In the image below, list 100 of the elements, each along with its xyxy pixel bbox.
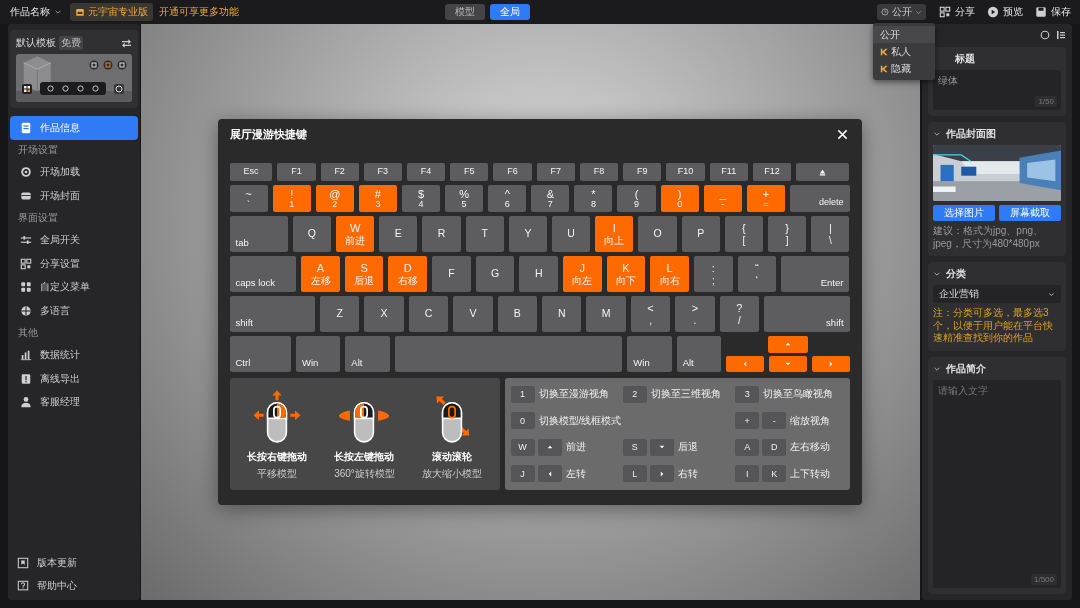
key[interactable]: ( 9 <box>617 185 656 212</box>
nav-item[interactable]: 数据统计 <box>10 343 138 367</box>
key[interactable]: Ctrl <box>229 336 291 372</box>
key[interactable]: shift <box>229 296 315 332</box>
key[interactable]: caps lock <box>229 256 297 292</box>
nav-item[interactable]: 离线导出 <box>10 367 138 391</box>
key[interactable]: C <box>408 296 449 332</box>
action-button[interactable]: 选择图片 <box>933 205 995 221</box>
nav-item[interactable]: 客服经理 <box>10 390 138 414</box>
key[interactable]: “ ‘ <box>737 256 777 292</box>
upgrade-link[interactable]: 开通可享更多功能 <box>159 5 239 19</box>
key[interactable]: F8 <box>579 163 619 181</box>
view-tab[interactable]: 全局 <box>490 4 530 20</box>
key[interactable]: Enter <box>781 256 850 292</box>
key[interactable]: > . <box>675 296 715 332</box>
key[interactable]: T <box>465 216 504 252</box>
nav-item[interactable]: 开场封面 <box>10 184 138 208</box>
key[interactable]: N <box>542 296 582 332</box>
key[interactable]: & 7 <box>531 185 570 212</box>
key[interactable]: F2 <box>320 163 359 181</box>
key[interactable]: Z <box>319 296 360 332</box>
nav-item[interactable]: 作品信息 <box>10 116 138 140</box>
close-icon[interactable] <box>836 129 848 140</box>
key[interactable]: < , <box>630 296 671 332</box>
key[interactable]: * 8 <box>574 185 613 212</box>
arrow-key[interactable] <box>725 355 764 372</box>
premium-icon <box>880 64 888 73</box>
key[interactable]: F6 <box>493 163 532 181</box>
chevron-down-icon <box>915 8 922 16</box>
key[interactable]: U <box>552 216 591 252</box>
key[interactable]: B <box>497 296 537 332</box>
key[interactable] <box>796 163 850 181</box>
arrow-key[interactable] <box>768 355 807 372</box>
key[interactable]: shift <box>764 296 850 332</box>
card-title: 作品简介 <box>946 361 986 376</box>
key[interactable]: F <box>432 256 471 292</box>
key[interactable]: E <box>379 216 418 252</box>
key[interactable]: Q <box>292 216 332 252</box>
key[interactable]: ? / <box>719 296 760 332</box>
key[interactable]: Esc <box>229 163 273 181</box>
toolbar-button[interactable]: 保存 <box>1032 5 1074 19</box>
nav-item[interactable]: 全局开关 <box>10 228 138 252</box>
key[interactable]: O <box>638 216 677 252</box>
key[interactable]: ~ ` <box>229 185 268 212</box>
description-field[interactable]: 请输入文字 1/500 <box>933 379 1061 588</box>
key[interactable]: X <box>364 296 404 332</box>
key[interactable]: | \ <box>811 216 850 252</box>
key[interactable]: delete <box>789 185 850 212</box>
chevron-down-icon <box>1048 290 1055 298</box>
key[interactable]: P <box>681 216 720 252</box>
key[interactable]: Alt <box>676 336 721 372</box>
document-icon <box>20 121 32 134</box>
menu-item[interactable]: 隐藏 <box>873 60 935 77</box>
toolbar-button[interactable]: 分享 <box>936 5 978 19</box>
menu-item[interactable]: 公开 <box>873 26 935 43</box>
key[interactable]: F5 <box>450 163 489 181</box>
key[interactable]: $ 4 <box>401 185 441 212</box>
view-tab[interactable]: 模型 <box>445 4 485 20</box>
key[interactable]: G <box>475 256 515 292</box>
key[interactable]: F11 <box>709 163 748 181</box>
key[interactable]: F4 <box>407 163 446 181</box>
nav-item[interactable]: 多语言 <box>10 299 138 323</box>
key[interactable]: R <box>422 216 461 252</box>
key[interactable]: V <box>453 296 493 332</box>
nav-item[interactable]: 分享设置 <box>10 252 138 276</box>
visibility-dropdown[interactable]: 公开 <box>877 4 926 20</box>
arrow-key[interactable] <box>811 355 850 372</box>
key[interactable]: F9 <box>623 163 662 181</box>
key[interactable]: ^ 6 <box>488 185 527 212</box>
category-select[interactable]: 企业营销 <box>933 285 1061 303</box>
action-button[interactable]: 屏幕截取 <box>999 205 1061 221</box>
project-title-dropdown[interactable]: 作品名称 <box>8 5 64 19</box>
swap-icon[interactable] <box>121 37 132 49</box>
menu-item[interactable]: 私人 <box>873 43 935 60</box>
nav-item[interactable]: 自定义菜单 <box>10 275 138 299</box>
nav-item[interactable]: 开场加载 <box>10 160 138 184</box>
key[interactable]: F3 <box>363 163 402 181</box>
key[interactable]: : ; <box>693 256 733 292</box>
key[interactable]: tab <box>229 216 288 252</box>
key[interactable]: Win <box>296 336 341 372</box>
nav-link[interactable]: 帮助中心 <box>10 574 138 598</box>
key[interactable]: M <box>586 296 626 332</box>
toolbar-button[interactable]: 预览 <box>984 5 1026 19</box>
key[interactable]: F7 <box>536 163 575 181</box>
key[interactable]: % 5 <box>445 185 484 212</box>
key[interactable]: F12 <box>752 163 792 181</box>
key[interactable]: H <box>519 256 559 292</box>
floppy-icon <box>1035 6 1047 18</box>
bookmark-icon <box>17 556 29 569</box>
shortcut-label: 缩放视角 <box>790 413 831 428</box>
title-field[interactable]: 绿体 1/50 <box>933 70 1061 110</box>
toolbar-icon <box>77 85 84 92</box>
key[interactable]: F10 <box>666 163 705 181</box>
key[interactable]: F1 <box>277 163 316 181</box>
key[interactable]: Win <box>627 336 672 372</box>
key[interactable]: Y <box>508 216 548 252</box>
key[interactable]: { [ <box>724 216 764 252</box>
key[interactable]: } ] <box>768 216 807 252</box>
key[interactable]: Alt <box>345 336 390 372</box>
nav-link[interactable]: 版本更新 <box>10 551 138 575</box>
